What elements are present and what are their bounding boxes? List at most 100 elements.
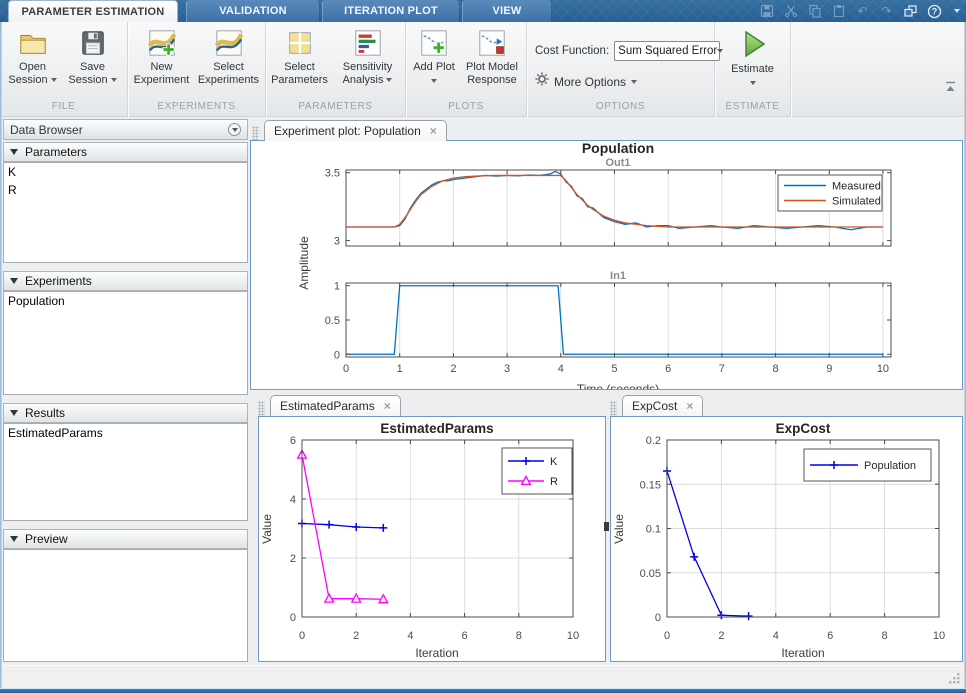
section-header-results[interactable]: Results [3,403,248,423]
svg-text:Value: Value [612,514,626,544]
list-item[interactable]: K [4,163,247,181]
svg-text:Simulated: Simulated [832,196,881,208]
svg-text:2: 2 [718,630,724,642]
list-item[interactable]: R [4,181,247,199]
section-header-experiments[interactable]: Experiments [3,271,248,291]
expcost-svg[interactable]: 0 2 4 6 8 10 0 0.05 0.1 0.15 0.2 ExpCost Iteration Va… [611,417,962,661]
experiments-list[interactable]: Population [3,291,248,395]
sensitivity-analysis-button[interactable]: Sensitivity Analysis [332,26,404,87]
section-label: Results [25,406,66,420]
expcost-tab[interactable]: ExpCost × [622,395,704,416]
estimate-play-icon [737,28,769,60]
quick-access-toolbar: ↶ ↷ ? [759,0,960,22]
expcost-panel: 0 2 4 6 8 10 0 0.05 0.1 0.15 0.2 ExpCost Iteration Va… [610,416,963,662]
button-label: Session [8,74,48,86]
dropdown-caret-icon [431,79,437,84]
group-experiments: New Experiment Select Experiments EXPERI… [128,22,266,117]
cost-function-label: Cost Function: [535,44,610,57]
close-icon[interactable]: × [686,400,693,412]
open-folder-icon [18,28,48,58]
paste-icon[interactable] [831,4,846,19]
redo-icon[interactable]: ↷ [879,4,894,19]
button-label: Parameters [271,74,328,86]
svg-text:?: ? [932,6,938,16]
collapse-triangle-icon [10,278,18,284]
svg-text:Time (seconds): Time (seconds) [577,382,659,389]
tab-validation[interactable]: VALIDATION [186,0,320,22]
svg-text:K: K [550,456,558,468]
plot-area: Experiment plot: Population × 3 3.5 Popula… [250,117,964,665]
resize-grip-icon[interactable] [946,670,961,685]
svg-text:Out1: Out1 [605,157,630,169]
panel-splitter-handle[interactable] [604,522,609,531]
drag-grip-icon[interactable] [258,401,265,416]
save-icon[interactable] [759,4,774,19]
section-label: Experiments [25,274,92,288]
open-session-button[interactable]: Open Session [4,26,62,87]
list-item[interactable]: EstimatedParams [4,424,247,442]
estimated-params-tab[interactable]: EstimatedParams × [270,395,401,416]
button-label: Experiments [197,74,260,86]
windows-layout-icon[interactable] [903,4,918,19]
group-label-estimate: ESTIMATE [725,101,780,112]
new-experiment-button[interactable]: New Experiment [130,26,194,87]
button-label: Sensitivity [342,61,393,73]
svg-text:3.5: 3.5 [325,168,340,180]
tab-label: ExpCost [632,399,678,413]
help-icon[interactable]: ? [927,4,942,19]
collapse-toolstrip-button[interactable] [945,80,956,92]
expcost-tab-row: ExpCost × [610,394,704,416]
estimate-button[interactable]: Estimate [721,26,785,89]
dropdown-caret-icon [386,78,393,83]
dropdown-caret-icon [110,78,117,83]
cost-function-select[interactable]: Sum Squared Error [614,40,724,61]
svg-text:Iteration: Iteration [415,646,458,660]
data-browser-title: Data Browser [10,122,83,137]
drag-grip-icon[interactable] [610,401,617,416]
plot-model-response-button[interactable]: Plot Model Response [460,26,524,87]
data-browser-menu-button[interactable] [228,123,241,136]
select-parameters-icon [285,28,315,58]
svg-text:6: 6 [462,630,468,642]
close-icon[interactable]: × [430,125,437,137]
estimated-params-svg[interactable]: 0 2 4 6 8 10 0 2 4 6 EstimatedParams Iteration Value… [259,417,605,661]
section-header-parameters[interactable]: Parameters [3,142,248,162]
collapse-triangle-icon [10,536,18,542]
preview-pane[interactable] [3,549,248,662]
section-label: Preview [25,532,68,546]
select-experiments-button[interactable]: Select Experiments [194,26,264,87]
drag-grip-icon[interactable] [252,126,259,141]
list-item[interactable]: Population [4,292,247,310]
experiment-plot-svg[interactable]: 3 3.5 PopulationOut1 Amplitude Measured Simul… [251,140,962,396]
svg-text:2: 2 [450,363,456,375]
section-header-preview[interactable]: Preview [3,529,248,549]
tab-iteration-plot[interactable]: ITERATION PLOT [322,0,460,22]
gear-icon [535,72,549,91]
dropdown-caret-icon [749,81,756,86]
save-session-button[interactable]: Save Session [62,26,124,87]
estimated-params-tab-row: EstimatedParams × [258,394,401,416]
group-plots: Add Plot Plot Model Response PLOTS [406,22,527,117]
results-list[interactable]: EstimatedParams [3,423,248,521]
more-options-button[interactable]: More Options [535,71,638,93]
chevron-down-icon [231,127,238,132]
experiment-plot-tab[interactable]: Experiment plot: Population × [264,120,447,141]
close-icon[interactable]: × [384,400,391,412]
svg-text:0: 0 [299,630,305,642]
tab-view[interactable]: VIEW [462,0,552,22]
qat-menu-caret-icon[interactable] [954,9,960,13]
cost-function-value: Sum Squared Error [618,44,718,57]
svg-text:3: 3 [504,363,510,375]
select-parameters-button[interactable]: Select Parameters [268,26,332,87]
undo-icon[interactable]: ↶ [855,4,870,19]
add-plot-button[interactable]: Add Plot [408,26,460,87]
parameters-list[interactable]: KR [3,162,248,263]
tab-parameter-estimation[interactable]: PARAMETER ESTIMATION [8,0,178,22]
copy-icon[interactable] [807,4,822,19]
cut-icon[interactable] [783,4,798,19]
svg-text:8: 8 [516,630,522,642]
svg-text:0: 0 [655,612,661,624]
status-strip [2,665,964,688]
svg-text:Amplitude: Amplitude [297,236,311,290]
svg-text:Measured: Measured [832,181,881,193]
